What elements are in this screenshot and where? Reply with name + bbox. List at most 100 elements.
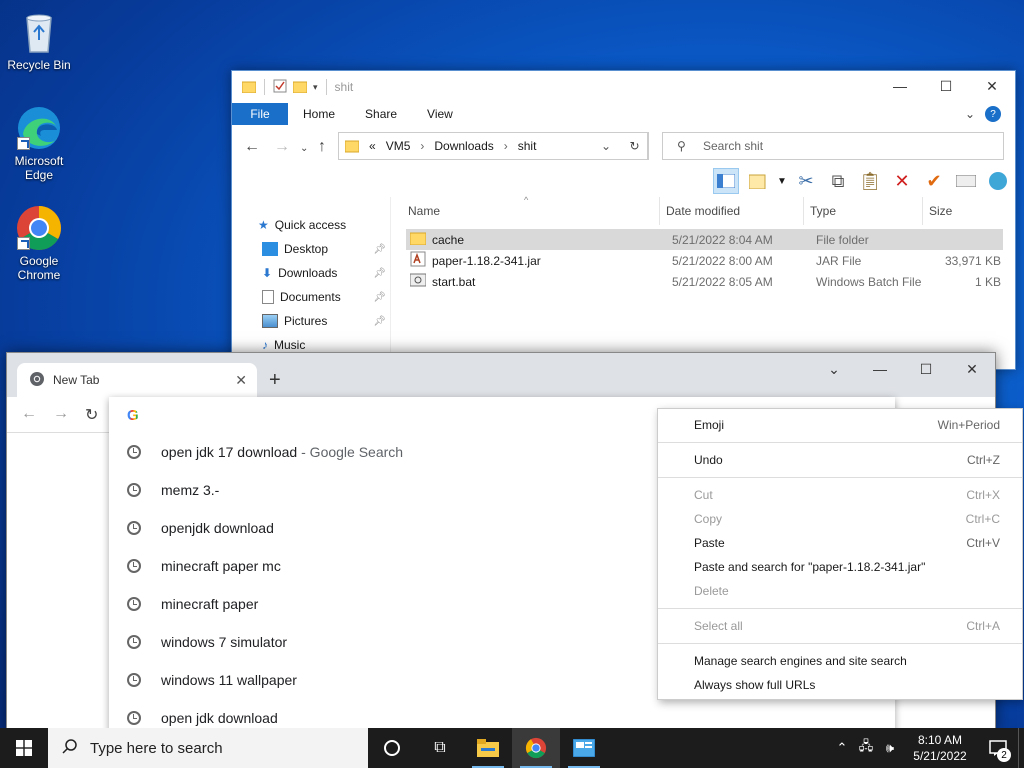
menu-item-always-show-full-urls[interactable]: Always show full URLs [658,673,1022,697]
file-row[interactable]: paper-1.18.2-341.jar 5/21/2022 8:00 AM J… [406,250,1003,271]
cortana-button[interactable] [368,728,416,768]
delete-icon[interactable]: ✕ [889,168,915,194]
taskbar-control-panel[interactable] [560,728,608,768]
copy-icon[interactable]: ⧉ [825,168,851,194]
column-date-modified[interactable]: Date modified [660,197,804,225]
breadcrumb-overflow[interactable]: « [369,139,376,153]
ribbon-tab-share[interactable]: Share [350,103,412,125]
nav-quick-access[interactable]: ★ Quick access [232,213,390,237]
close-button[interactable]: ✕ [969,71,1015,101]
recent-locations-icon[interactable]: ⌄ [300,143,308,154]
paste-icon[interactable]: 📋︎ [857,168,883,194]
menu-item-select-all[interactable]: Select all Ctrl+A [658,614,1022,638]
taskbar-file-explorer[interactable] [464,728,512,768]
task-view-button[interactable]: ⧉ [416,728,464,768]
desktop-icon-chrome[interactable]: Google Chrome [4,204,74,282]
menu-item-label: Select all [694,619,743,633]
new-tab-button[interactable]: + [269,369,281,392]
file-row[interactable]: start.bat 5/21/2022 8:05 AM Windows Batc… [406,271,1003,292]
network-icon[interactable] [985,168,1011,194]
nav-documents[interactable]: Documents 📌︎ [232,285,390,309]
column-size[interactable]: Size [923,197,1003,225]
menu-item-delete[interactable]: Delete [658,579,1022,603]
drive-icon[interactable] [953,168,979,194]
tab-new-tab[interactable]: New Tab ✕ [17,363,257,397]
show-desktop-button[interactable] [1018,728,1024,768]
network-icon[interactable]: 🖧︎ [854,737,878,759]
chevron-down-icon[interactable]: ▼ [777,168,787,194]
menu-item-paste-and-search[interactable]: Paste and search for "paper-1.18.2-341.j… [658,555,1022,579]
desktop-icon [262,242,278,256]
desktop-icon-edge[interactable]: Microsoft Edge [4,104,74,182]
nav-label: Documents [280,290,341,304]
documents-icon [262,290,274,304]
reload-button[interactable]: ↻ [85,405,98,425]
file-explorer-window: ▾ shit — ☐ ✕ File Home Share View ⌄ ? ← … [231,70,1016,370]
taskbar-chrome[interactable] [512,728,560,768]
recycle-bin-icon [15,8,63,56]
close-button[interactable]: ✕ [949,353,995,385]
menu-item-emoji[interactable]: Emoji Win+Period [658,413,1022,437]
file-row[interactable]: cache 5/21/2022 8:04 AM File folder [406,229,1003,250]
breadcrumb-item[interactable]: Downloads [434,139,493,153]
notification-center-button[interactable]: 2 [978,728,1018,768]
desktop-icon-recycle-bin[interactable]: Recycle Bin [4,8,74,72]
menu-item-manage-search-engines[interactable]: Manage search engines and site search [658,649,1022,673]
preview-pane-icon[interactable] [713,168,739,194]
menu-item-cut[interactable]: Cut Ctrl+X [658,483,1022,507]
volume-icon[interactable]: 🕪︎ [878,740,902,756]
quick-access-dropdown-icon[interactable]: ▾ [313,82,318,93]
nav-desktop[interactable]: Desktop 📌︎ [232,237,390,261]
cut-icon[interactable]: ✂ [793,168,819,194]
address-bar[interactable]: « VM5 › Downloads › shit ⌄ [338,132,648,160]
star-icon: ★ [258,218,269,232]
breadcrumb-item[interactable]: VM5 [386,139,411,153]
expand-ribbon-icon[interactable]: ⌄ [965,107,975,121]
nav-pictures[interactable]: Pictures 📌︎ [232,309,390,333]
new-folder-icon[interactable] [292,79,308,96]
taskbar-clock[interactable]: 8:10 AM 5/21/2022 [902,732,978,764]
chevron-down-icon[interactable]: ⌄ [601,139,611,153]
taskbar-search-box[interactable]: Type here to search [48,728,368,768]
nav-downloads[interactable]: ⬇ Downloads 📌︎ [232,261,390,285]
nav-label: Downloads [278,266,338,280]
maximize-button[interactable]: ☐ [903,353,949,385]
help-icon[interactable]: ? [985,106,1001,122]
menu-item-label: Delete [694,584,729,598]
close-tab-icon[interactable]: ✕ [235,372,247,389]
menu-item-label: Always show full URLs [694,678,816,692]
maximize-button[interactable]: ☐ [923,71,969,101]
back-button[interactable]: ← [21,405,37,423]
properties-icon[interactable] [273,79,287,96]
show-hidden-icons-icon[interactable]: ⌃ [830,740,854,756]
address-bar-row: ← → ⌄ ↑ « VM5 › Downloads › shit ⌄ ↻ ⚲ S… [232,131,1015,161]
ribbon-tab-home[interactable]: Home [288,103,350,125]
menu-item-paste[interactable]: Paste Ctrl+V [658,531,1022,555]
start-button[interactable] [0,728,48,768]
menu-item-shortcut: Ctrl+A [966,619,1000,633]
column-name[interactable]: Name ^ [402,195,660,225]
properties-icon[interactable] [745,168,771,194]
up-button[interactable]: ↑ [318,138,326,156]
file-type: Windows Batch File [816,274,922,289]
ribbon-tab-view[interactable]: View [412,103,468,125]
menu-item-copy[interactable]: Copy Ctrl+C [658,507,1022,531]
minimize-button[interactable]: — [857,353,903,385]
history-clock-icon [127,483,141,497]
column-type[interactable]: Type [804,197,923,225]
breadcrumb-item[interactable]: shit [518,139,537,153]
menu-item-label: Paste and search for "paper-1.18.2-341.j… [694,560,926,574]
menu-item-label: Undo [694,453,723,467]
back-button[interactable]: ← [244,138,260,156]
download-arrow-icon: ⬇ [262,266,273,280]
refresh-button[interactable]: ↻ [621,132,649,160]
ribbon-tab-file[interactable]: File [232,103,288,125]
search-input[interactable]: ⚲ Search shit [662,132,1004,160]
minimize-button[interactable]: — [877,71,923,101]
tab-search-icon[interactable]: ⌄ [811,353,857,385]
forward-button[interactable]: → [53,405,69,423]
pin-icon: 📌︎ [373,267,386,279]
menu-item-undo[interactable]: Undo Ctrl+Z [658,448,1022,472]
rename-icon[interactable]: ✔ [921,168,947,194]
forward-button[interactable]: → [274,138,290,156]
